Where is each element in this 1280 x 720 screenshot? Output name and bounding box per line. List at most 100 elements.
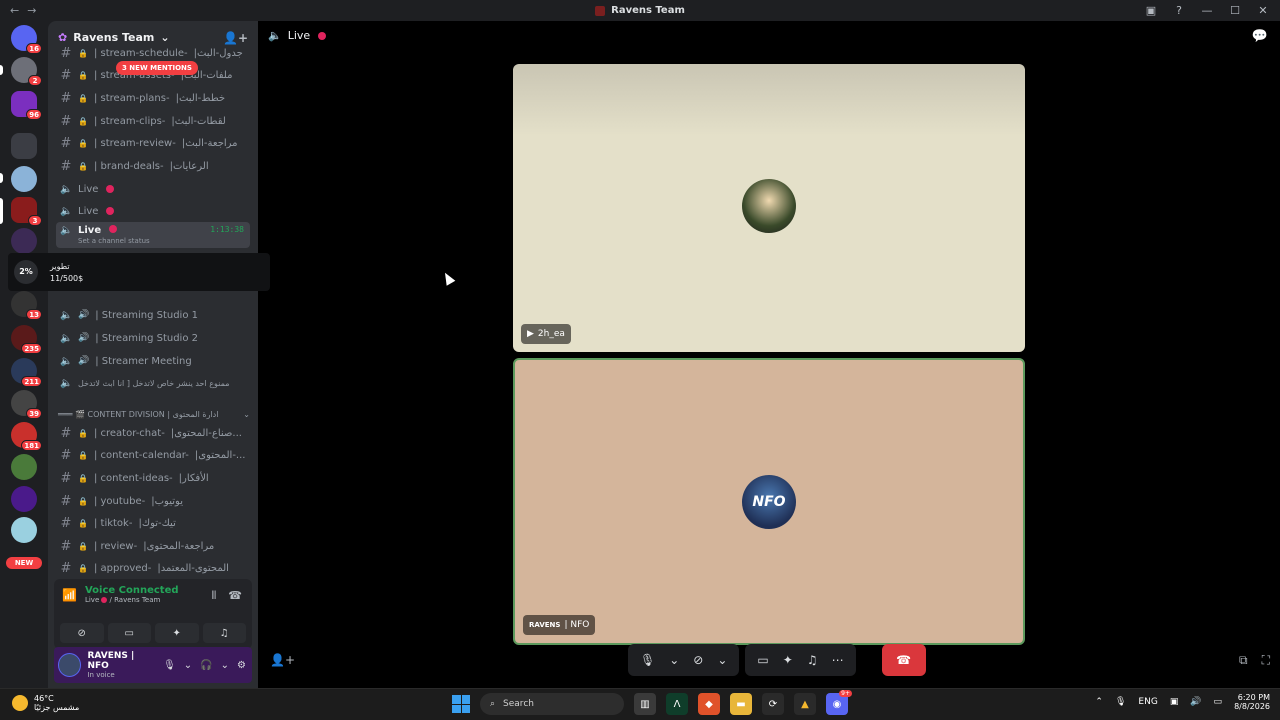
participant-tile[interactable]: ▶ 2h_ea — [513, 64, 1025, 352]
participant-label: ▶ 2h_ea — [521, 324, 571, 344]
activities-icon[interactable]: ✦ — [783, 653, 793, 667]
chevron-down-icon[interactable]: ⌄ — [221, 660, 229, 671]
language-indicator[interactable]: ENG — [1138, 697, 1157, 707]
soundboard-button[interactable]: ♫ — [202, 623, 246, 643]
chat-bubble-icon[interactable]: 💬 — [1252, 29, 1268, 44]
server-icon[interactable]: 211 — [11, 358, 42, 387]
server-icon[interactable]: 3 — [11, 197, 42, 226]
server-icon[interactable] — [11, 486, 37, 512]
view-controls: ⧉ ⛶ — [1239, 653, 1270, 668]
server-icon[interactable]: 39 — [11, 390, 42, 419]
new-servers-pill[interactable]: NEW — [6, 557, 42, 569]
inbox-icon[interactable]: ▣ — [1144, 4, 1158, 17]
voice-channel-studio-1[interactable]: 🔈 🔊 | Streaming Studio 1 — [56, 305, 250, 325]
voice-channel-live-active[interactable]: 🔈 Live 1:13:38 Set a channel status — [56, 222, 250, 248]
unread-pill — [0, 65, 3, 75]
channel-brand-deals[interactable]: # 🔒 | brand-deals- |الرعايات — [56, 156, 250, 176]
weather-widget[interactable]: 46°C مشمس جزئيًا — [12, 694, 79, 712]
lock-icon: 🔒 — [78, 518, 88, 528]
chevron-up-icon[interactable]: ⌃ — [1095, 697, 1103, 707]
more-icon[interactable]: ⋯ — [832, 653, 844, 667]
discord-icon[interactable]: ◉ 9+ — [826, 690, 852, 715]
camera-off-icon[interactable]: ⊘ — [693, 653, 703, 667]
server-icon[interactable]: 13 — [11, 291, 42, 320]
server-folder[interactable] — [11, 133, 37, 159]
voice-channel-studio-2[interactable]: 🔈 🔊 | Streaming Studio 2 — [56, 328, 250, 348]
chevron-down-icon[interactable]: ⌄ — [669, 653, 679, 667]
voice-channel-private[interactable]: 🔈 ممنوع احد ينشر خاص لاتدخل [ انا ابث لات… — [56, 373, 250, 393]
taskbar-search[interactable]: ⌕ Search — [480, 693, 624, 715]
app-icon[interactable]: ⟳ — [762, 693, 784, 715]
new-mentions-pill[interactable]: 3 NEW MENTIONS — [116, 61, 198, 75]
app-icon[interactable]: Λ — [666, 693, 688, 715]
server-icon[interactable]: 181 — [11, 422, 42, 451]
brave-browser-icon[interactable]: ◆ — [698, 693, 720, 715]
channel-tiktok[interactable]: # 🔒 | tiktok- |تيك-توك — [56, 513, 250, 533]
channel-content-calendar[interactable]: # 🔒 | content-calendar- |المحتوى-... — [56, 445, 250, 465]
invite-to-call-icon[interactable]: 👤+ — [270, 653, 295, 667]
microphone-icon[interactable]: 🎙 — [640, 653, 655, 667]
activities-icon: ✦ — [172, 627, 181, 639]
channel-approved[interactable]: # 🔒 | approved- |المحتوى-المعتمد — [56, 558, 250, 578]
soundboard-icon[interactable]: ♫ — [807, 653, 818, 667]
channel-status-link[interactable]: Set a channel status — [78, 237, 150, 245]
fullscreen-icon[interactable]: ⛶ — [1262, 653, 1270, 668]
weather-temperature: 46°C — [34, 694, 54, 703]
lock-icon: 🔒 — [78, 138, 88, 148]
app-icon[interactable]: ▲ — [794, 693, 816, 715]
user-avatar[interactable] — [58, 653, 82, 677]
clock[interactable]: 6:20 PM 8/8/2026 — [1234, 693, 1270, 711]
channel-stream-clips[interactable]: # 🔒 | stream-clips- |لقطات-البث — [56, 111, 250, 131]
channel-stream-plans[interactable]: # 🔒 | stream-plans- |خطط-البث — [56, 88, 250, 108]
voice-channel-live[interactable]: 🔈 Live — [56, 179, 250, 199]
chevron-down-icon[interactable]: ⌄ — [184, 660, 192, 671]
task-view-icon[interactable]: ▥ — [634, 693, 656, 715]
voice-channel-streamer-meeting[interactable]: 🔈 🔊 | Streamer Meeting — [56, 351, 250, 371]
channel-review[interactable]: # 🔒 | review- |مراجعة-المحتوى — [56, 536, 250, 556]
server-icon[interactable]: 2 — [11, 57, 42, 86]
popout-icon[interactable]: ⧉ — [1239, 653, 1248, 668]
channel-youtube[interactable]: # 🔒 | youtube- |يوتيوب — [56, 491, 250, 511]
share-screen-button[interactable]: ▭ — [107, 623, 151, 643]
server-icon[interactable] — [11, 228, 37, 254]
disconnect-icon[interactable]: ☎ — [228, 589, 242, 603]
voice-connected-location[interactable]: Live / Ravens Team — [85, 596, 179, 604]
minimize-button[interactable]: — — [1200, 4, 1214, 17]
boost-progress: 2% — [14, 260, 38, 284]
server-folder[interactable]: 96 — [11, 91, 42, 120]
server-icon[interactable] — [11, 517, 37, 543]
unread-pill — [0, 173, 3, 183]
participant-tile-self[interactable]: NFO RAVENS | NFO — [513, 358, 1025, 645]
microphone-icon[interactable]: 🎙 — [163, 660, 176, 671]
file-explorer-icon[interactable]: ▬ — [730, 693, 752, 715]
channel-content-ideas[interactable]: # 🔒 | content-ideas- |الأفكار — [56, 468, 250, 488]
server-icon[interactable]: 235 — [11, 325, 42, 354]
help-icon[interactable]: ? — [1172, 4, 1186, 17]
close-button[interactable]: ✕ — [1256, 4, 1270, 17]
user-panel: RAVENS | NFO In voice 🎙 ⌄ 🎧 ⌄ ⚙ — [54, 647, 252, 683]
noise-suppression-icon[interactable]: ⦀ — [211, 589, 216, 603]
channel-stream-review[interactable]: # 🔒 | stream-review- |مراجعة-البث — [56, 133, 250, 153]
home-button[interactable]: 16 — [11, 25, 42, 54]
headphones-icon[interactable]: 🎧 — [200, 660, 212, 671]
camera-off-button[interactable]: ⊘ — [60, 623, 104, 643]
server-icon[interactable] — [11, 166, 37, 192]
activities-button[interactable]: ✦ — [155, 623, 199, 643]
battery-icon[interactable]: ▭ — [1214, 697, 1223, 707]
channel-stream-schedule[interactable]: # 🔒 | stream-schedule- |جدول-البث — [56, 43, 250, 63]
maximize-button[interactable]: ☐ — [1228, 4, 1242, 17]
gear-icon[interactable]: ⚙ — [237, 660, 246, 671]
volume-icon[interactable]: 🔊 — [1190, 697, 1201, 707]
voice-channel-live[interactable]: 🔈 Live — [56, 201, 250, 221]
network-icon[interactable]: ▣ — [1170, 697, 1179, 707]
disconnect-button[interactable]: ☎ — [881, 644, 926, 676]
voice-connected-panel: 📶 Voice Connected Live / Ravens Team ⦀ ☎… — [54, 579, 252, 649]
microphone-icon[interactable]: 🎙 — [1115, 697, 1126, 707]
chevron-down-icon[interactable]: ⌄ — [717, 653, 727, 667]
category-content-division[interactable]: ═══ 🎬 CONTENT DIVISION | ادارة المحتوى ⌄ — [58, 407, 250, 421]
start-button[interactable] — [452, 695, 470, 713]
server-icon[interactable] — [11, 454, 37, 480]
screen-share-icon[interactable]: ▭ — [757, 653, 768, 667]
channel-creator-chat[interactable]: # 🔒 | creator-chat- |صناع-المحتوى... — [56, 423, 250, 443]
signal-icon[interactable]: 📶 — [62, 588, 77, 602]
